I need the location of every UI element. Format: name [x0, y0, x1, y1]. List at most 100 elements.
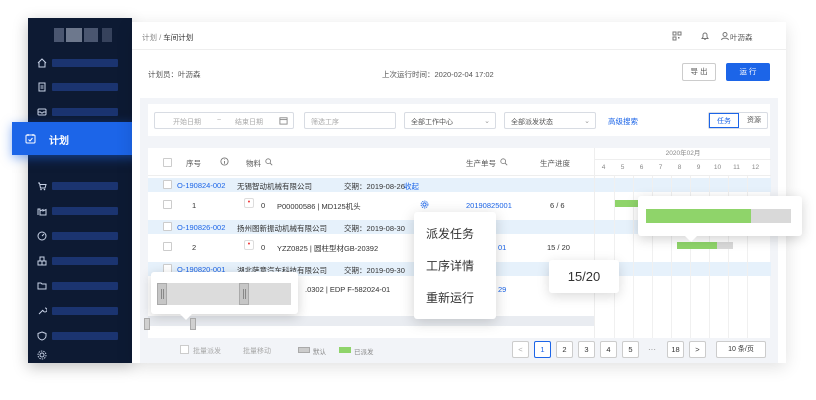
order-no-link[interactable]: 01: [498, 243, 506, 252]
work-center-select[interactable]: 全部工作中心 ⌄: [404, 112, 496, 129]
batch-move-button[interactable]: 批量移动: [243, 346, 271, 356]
scroll-handle-mini[interactable]: [144, 318, 150, 330]
search-icon[interactable]: [265, 158, 273, 166]
sidebar-item-cart[interactable]: [28, 177, 132, 195]
due-date: 交期：2019-09-30: [344, 266, 405, 275]
count-value: 0: [261, 201, 266, 210]
seq-value: 2: [192, 243, 197, 252]
sidebar-item-factory[interactable]: [28, 202, 132, 220]
prev-page-button[interactable]: <: [512, 341, 529, 358]
sidebar-item-inbox[interactable]: [28, 103, 132, 121]
collapse-link[interactable]: 收起: [404, 181, 419, 192]
scrollbar-callout: [151, 272, 298, 314]
qrcode-icon[interactable]: [672, 31, 682, 41]
order-no-link[interactable]: 20190825001: [466, 201, 512, 210]
page-ellipsis[interactable]: ···: [648, 345, 656, 354]
menu-item-rerun[interactable]: 重新运行: [426, 289, 474, 306]
start-date-placeholder: 开始日期: [173, 119, 201, 126]
inbox-icon: [37, 108, 47, 116]
sidebar-item-boxes[interactable]: [28, 252, 132, 270]
customer-name: 扬州图新振动机械有限公司: [237, 224, 327, 233]
table-group-row[interactable]: O-190826-002 扬州图新振动机械有限公司 交期：2019-08-30: [148, 220, 594, 234]
col-seq: 序号: [186, 159, 201, 168]
progress-tooltip: 15/20: [549, 260, 619, 293]
process-filter-input[interactable]: 筛选工序: [304, 112, 396, 129]
sidebar-item-gauge[interactable]: [28, 227, 132, 245]
folder-icon: [37, 282, 47, 290]
gantt-month: 2020年02月: [595, 148, 771, 160]
calendar-icon: [279, 117, 288, 125]
priority-icon: •: [244, 240, 254, 250]
table-group-row[interactable]: O-190824-002 无锡智动机械有限公司 交期：2019-08-26 收起: [148, 178, 594, 192]
scroll-handle-right[interactable]: [239, 283, 249, 305]
gantt-bar-default[interactable]: [717, 242, 733, 249]
app-logo: [50, 26, 114, 44]
export-button[interactable]: 导 出: [682, 63, 716, 81]
wrench-icon: [38, 307, 47, 315]
legend-default-swatch: [298, 347, 310, 353]
priority-icon: •: [244, 198, 254, 208]
page-size-select[interactable]: 10 条/页: [716, 341, 766, 358]
menu-item-dispatch-task[interactable]: 派发任务: [426, 225, 474, 242]
gantt-bar-dispatched[interactable]: [677, 242, 717, 249]
sidebar-item-home[interactable]: [28, 54, 132, 72]
callout-pointer: [685, 236, 697, 242]
bell-icon[interactable]: [700, 31, 710, 41]
page-button[interactable]: 18: [667, 341, 684, 358]
page-button[interactable]: 4: [600, 341, 617, 358]
sidebar-item-document[interactable]: [28, 78, 132, 96]
row-checkbox[interactable]: [163, 242, 172, 251]
table-row[interactable]: 1 • 0 P00000586 | MD125机头 20190825001 6 …: [148, 192, 594, 218]
end-date-placeholder: 结束日期: [235, 119, 263, 126]
dispatch-status-select[interactable]: 全部派发状态 ⌄: [504, 112, 596, 129]
factory-icon: [37, 208, 47, 216]
cart-icon: [38, 182, 47, 191]
next-page-button[interactable]: >: [689, 341, 706, 358]
page-button[interactable]: 2: [556, 341, 573, 358]
batch-checkbox[interactable]: [180, 345, 189, 354]
gear-icon: [37, 350, 47, 360]
sidebar-item-plan[interactable]: 计划: [12, 122, 146, 155]
legend-default-label: 默认: [313, 349, 326, 356]
order-link[interactable]: O-190826-002: [177, 223, 225, 232]
order-link[interactable]: O-190824-002: [177, 181, 225, 190]
select-all-checkbox[interactable]: [163, 158, 172, 167]
sidebar-item-folder[interactable]: [28, 277, 132, 295]
calendar-check-icon: [25, 134, 36, 144]
user-name[interactable]: 叶沥森: [730, 32, 753, 43]
chevron-down-icon: ⌄: [484, 118, 490, 125]
page-button[interactable]: 5: [622, 341, 639, 358]
row-checkbox[interactable]: [163, 200, 172, 209]
top-bar: 计划 / 车间计划 叶沥森: [132, 22, 786, 50]
info-circle-icon[interactable]: [220, 157, 229, 166]
menu-item-process-detail[interactable]: 工序详情: [426, 257, 474, 274]
search-icon[interactable]: [500, 158, 508, 166]
gantt-bar-default: [751, 209, 791, 223]
page-button[interactable]: 1: [534, 341, 551, 358]
horizontal-scrollbar[interactable]: [148, 316, 594, 326]
sidebar-item-settings[interactable]: [28, 336, 132, 360]
document-icon: [38, 82, 46, 92]
scroll-handle-left[interactable]: [157, 283, 167, 305]
legend-dispatched-swatch: [339, 347, 351, 353]
advanced-search-link[interactable]: 高级搜索: [608, 116, 638, 127]
scroll-handle-mini[interactable]: [190, 318, 196, 330]
view-task-tab[interactable]: 任务: [709, 113, 739, 128]
page-button[interactable]: 3: [578, 341, 595, 358]
gauge-icon: [37, 231, 47, 241]
date-range-picker[interactable]: 开始日期 ~ 结束日期: [154, 112, 294, 129]
sidebar-item-label: 计划: [49, 136, 69, 147]
batch-dispatch-button[interactable]: 批量派发: [193, 346, 221, 356]
table-row[interactable]: 2 • 0 YZZ0825 | 圆柱型材GB-20392 01 15 / 20: [148, 234, 594, 260]
row-checkbox[interactable]: [163, 180, 172, 189]
scroll-track[interactable]: [157, 283, 291, 305]
breadcrumb-root[interactable]: 计划: [142, 33, 157, 42]
view-resource-tab[interactable]: 资源: [739, 113, 769, 128]
run-button[interactable]: 运 行: [726, 63, 770, 81]
row-checkbox[interactable]: [163, 222, 172, 231]
planner-label: 计划员：叶沥森: [148, 70, 201, 79]
breadcrumb-current: 车间计划: [163, 33, 194, 42]
count-value: 0: [261, 243, 266, 252]
sidebar-item-wrench[interactable]: [28, 302, 132, 320]
gear-icon[interactable]: [420, 200, 429, 209]
